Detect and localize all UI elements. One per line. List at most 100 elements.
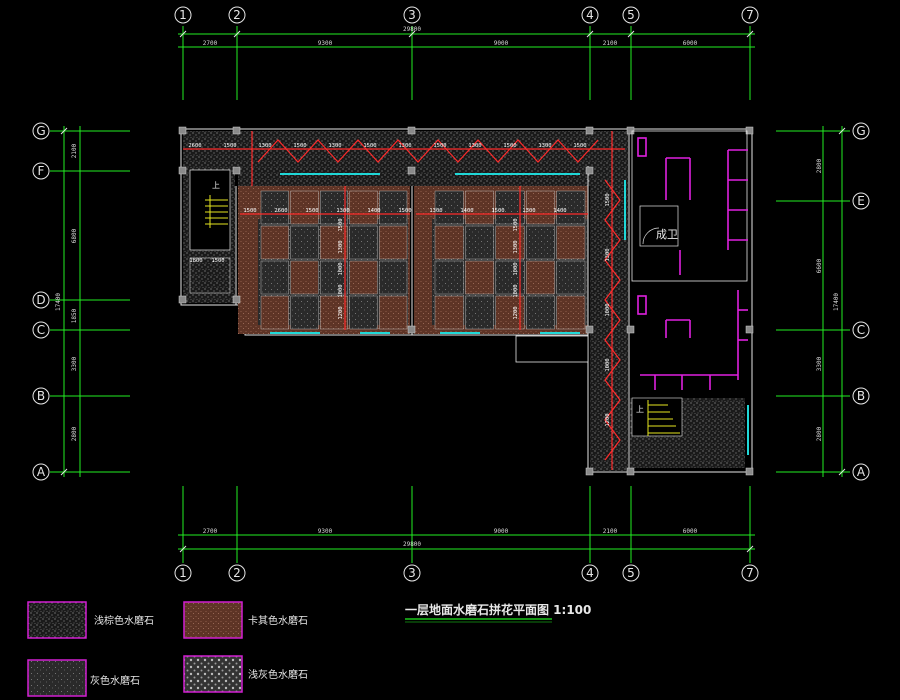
red-dim-value: 1500 [211,258,224,264]
svg-text:4: 4 [586,566,594,580]
svg-text:2100: 2100 [71,143,78,158]
axis-bubble-right-E: E [852,192,870,210]
svg-text:浅棕色水磨石: 浅棕色水磨石 [94,614,154,627]
svg-text:G: G [856,124,865,138]
axis-bubble-right-B: B [852,387,870,405]
svg-text:B: B [37,389,45,403]
svg-text:6800: 6800 [71,228,78,243]
axis-bubble-top-1: 1 [174,6,192,24]
axis-bubble-left-A: A [32,463,50,481]
bottom-total-dim: 29800 [403,541,421,548]
drawing-title-block: 一层地面水磨石拼花平面图 1:100 [405,602,591,623]
svg-text:C: C [857,323,865,337]
terrazzo-tile [434,295,464,330]
svg-text:A: A [37,465,46,479]
axis-bubble-top-3: 3 [403,6,421,24]
axis-bubble-left-G: G [32,122,50,140]
top-total-dim: 29800 [403,26,421,33]
red-dim-value: 1300 [468,143,481,149]
svg-text:3300: 3300 [71,356,78,371]
axis-bubble-right-A: A [852,463,870,481]
terrazzo-tile [260,295,289,330]
terrazzo-tile [556,260,586,295]
red-dim-value: 1300 [605,248,611,261]
terrazzo-tile [526,295,555,330]
red-dim-value: 1500 [305,208,318,214]
terrazzo-tile [290,295,319,330]
svg-text:7: 7 [746,8,754,22]
terrazzo-tile [434,225,464,260]
red-dim-value: 1300 [328,143,341,149]
terrazzo-tile [379,260,408,295]
red-dim-value: 1500 [398,208,411,214]
right-total-dim: 17400 [833,293,840,311]
svg-text:9300: 9300 [318,40,333,47]
svg-text:F: F [38,164,45,178]
stair-up-label-right: 上 [636,405,644,414]
terrazzo-tile [465,260,494,295]
svg-text:9300: 9300 [318,528,333,535]
axis-bubble-left-C: C [32,321,50,339]
legend-item-gray: 灰色水磨石 [27,659,140,697]
svg-text:2100: 2100 [603,528,618,535]
axis-bubble-right-C: C [852,321,870,339]
red-dim-value: 1000 [513,262,519,275]
axis-bubble-bottom-3: 3 [403,564,421,582]
red-dim-value: 1300 [522,208,535,214]
red-dim-value: 1000 [605,358,611,371]
terrazzo-tile [349,225,378,260]
terrazzo-tile [290,260,319,295]
red-dim-value: 1500 [573,143,586,149]
red-dim-value: 1300 [398,143,411,149]
svg-text:9000: 9000 [494,528,509,535]
red-dim-value: 1500 [605,193,611,206]
svg-text:2800: 2800 [71,426,78,441]
svg-text:5: 5 [627,8,635,22]
red-dim-value: 1500 [338,218,344,231]
svg-text:2800: 2800 [816,158,823,173]
red-dim-value: 1500 [243,208,256,214]
red-dim-value: 1200 [338,306,344,319]
svg-text:C: C [37,323,45,337]
svg-text:卡其色水磨石: 卡其色水磨石 [248,614,308,627]
terrazzo-tile [556,225,586,260]
svg-text:9000: 9000 [494,40,509,47]
terrazzo-tile [465,225,494,260]
red-dim-value: 1300 [258,143,271,149]
legend-item-light-brown: 浅棕色水磨石 [27,601,154,639]
svg-text:1: 1 [179,8,187,22]
red-dim-value: 1500 [223,143,236,149]
legend-item-khaki: 卡其色水磨石 [183,601,308,639]
left-total-dim: 17400 [55,293,62,311]
svg-text:E: E [857,194,865,208]
svg-text:2700: 2700 [203,528,218,535]
red-dim-value: 1500 [433,143,446,149]
terrazzo-tile [526,260,555,295]
axis-bubble-bottom-2: 2 [228,564,246,582]
terrazzo-tile [434,260,464,295]
svg-text:4: 4 [586,8,594,22]
svg-text:3300: 3300 [816,356,823,371]
svg-text:灰色水磨石: 灰色水磨石 [90,674,140,687]
red-dim-value: 1300 [338,240,344,253]
svg-text:7: 7 [746,566,754,580]
axis-bubble-bottom-1: 1 [174,564,192,582]
red-dim-value: 1200 [605,413,611,426]
svg-text:1850: 1850 [71,308,78,323]
svg-text:5: 5 [627,566,635,580]
svg-text:3: 3 [408,8,416,22]
legend: 浅棕色水磨石 卡其色水磨石 灰色水磨石 浅灰色水磨石 [27,601,308,697]
svg-text:1: 1 [179,566,187,580]
drawing-title: 一层地面水磨石拼花平面图 1:100 [405,602,591,617]
terrazzo-tile [526,225,555,260]
terrazzo-tile [349,260,378,295]
svg-text:2100: 2100 [603,40,618,47]
axis-bubble-right-G: G [852,122,870,140]
terrazzo-tile [290,225,319,260]
terrazzo-tile [349,295,378,330]
terrazzo-tile [556,295,586,330]
terrazzo-tile [260,260,289,295]
terrazzo-tile [379,295,408,330]
axis-bubble-top-2: 2 [228,6,246,24]
svg-text:6000: 6000 [683,528,698,535]
